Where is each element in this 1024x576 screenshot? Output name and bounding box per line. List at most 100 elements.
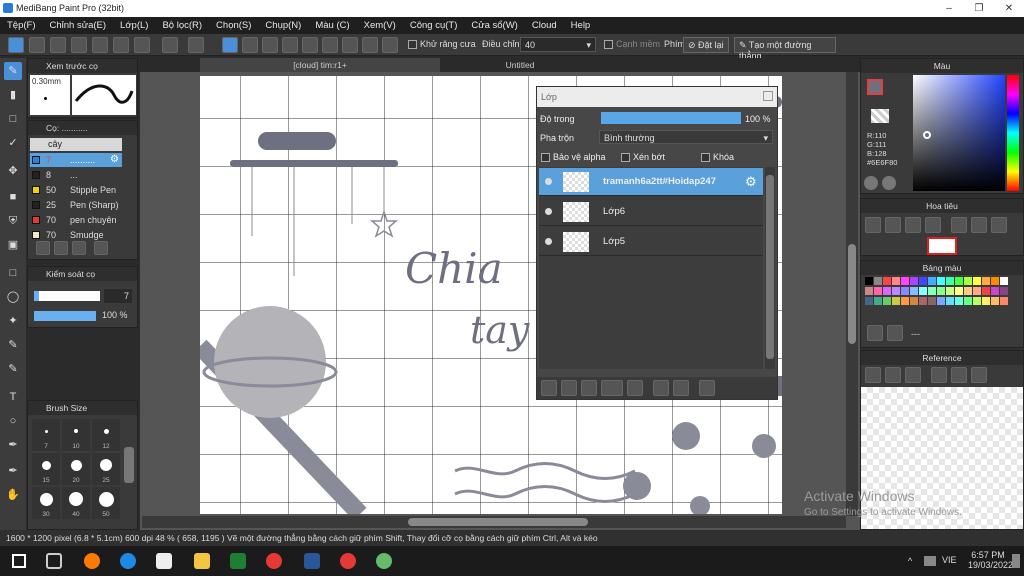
reset-button[interactable]: ⊘ Đặt lại: [683, 37, 729, 53]
lasso-tool-icon[interactable]: ◯: [4, 288, 22, 306]
brush-group[interactable]: cây: [30, 138, 122, 151]
notification-icon[interactable]: [1012, 554, 1020, 568]
close-icon[interactable]: [905, 367, 921, 383]
palette-swatch[interactable]: [865, 297, 873, 305]
palette-swatch[interactable]: [973, 277, 981, 285]
redo-icon[interactable]: [188, 37, 204, 53]
palette-swatch[interactable]: [973, 287, 981, 295]
palette-swatch[interactable]: [937, 297, 945, 305]
shape-tool-icon[interactable]: □: [4, 110, 22, 128]
hand-tool-icon[interactable]: ✋: [4, 486, 22, 504]
open-folder-icon[interactable]: [885, 367, 901, 383]
blend-select[interactable]: Bình thường ▾: [599, 130, 773, 144]
palette-swatch[interactable]: [892, 287, 900, 295]
palette-swatch[interactable]: [883, 297, 891, 305]
fullscreen-icon[interactable]: [971, 217, 987, 233]
menu-help[interactable]: Help: [564, 20, 598, 31]
menu-filter[interactable]: Bộ lọc(R): [155, 20, 209, 31]
antialias-checkbox[interactable]: [408, 40, 417, 50]
palette-swatch[interactable]: [1000, 287, 1008, 295]
palette-swatch[interactable]: [883, 287, 891, 295]
palette-swatch[interactable]: [937, 277, 945, 285]
palette-swatch[interactable]: [991, 287, 999, 295]
brush-size-cell[interactable]: 40: [62, 487, 90, 519]
palette-swatch[interactable]: [937, 287, 945, 295]
color-wheel-icon[interactable]: [864, 176, 878, 190]
navigator-thumbnail[interactable]: [927, 237, 957, 255]
grid-snap-icon[interactable]: [262, 37, 278, 53]
vertical-scrollbar[interactable]: [846, 72, 858, 516]
palette-swatch[interactable]: [964, 297, 972, 305]
menu-layer[interactable]: Lớp(L): [113, 20, 155, 31]
zoom-in-icon[interactable]: [865, 217, 881, 233]
cloud-download-icon[interactable]: [865, 367, 881, 383]
palette-swatch[interactable]: [901, 297, 909, 305]
close-button[interactable]: ✕: [994, 0, 1024, 17]
menu-tools[interactable]: Công cụ(T): [403, 20, 465, 31]
palette-swatch[interactable]: [955, 297, 963, 305]
brush-size-scrollbar[interactable]: [124, 447, 134, 483]
brush-item[interactable]: 25 Pen (Sharp): [30, 198, 122, 212]
palette-swatch[interactable]: [892, 277, 900, 285]
palette-swatch[interactable]: [946, 297, 954, 305]
panel-icon[interactable]: [113, 37, 129, 53]
palette-swatch[interactable]: [919, 277, 927, 285]
cloud-download-icon[interactable]: [36, 241, 50, 255]
palette-swatch[interactable]: [919, 297, 927, 305]
layer-opacity-slider[interactable]: [601, 112, 741, 124]
hue-slider[interactable]: [1007, 75, 1019, 191]
transparent-color[interactable]: [871, 109, 889, 123]
new-palette-icon[interactable]: [867, 325, 883, 341]
eyedropper-alt-icon[interactable]: ✒: [4, 462, 22, 480]
brush-size-cell[interactable]: 10: [62, 419, 90, 451]
zoom-in-icon[interactable]: [931, 367, 947, 383]
palette-swatch[interactable]: [982, 287, 990, 295]
tab-cloud[interactable]: [cloud] tim:r1+: [200, 58, 440, 72]
straight-line-button[interactable]: ✎ Tạo một đường thẳng: [734, 37, 836, 61]
perspective-snap-icon[interactable]: [282, 37, 298, 53]
merge-layer-icon[interactable]: [673, 380, 689, 396]
edge-icon[interactable]: [120, 553, 136, 569]
menu-color[interactable]: Màu (C): [308, 20, 356, 31]
new-halftone-layer-icon[interactable]: [561, 380, 577, 396]
store-icon[interactable]: [156, 553, 172, 569]
select-pen-icon[interactable]: ✎: [4, 336, 22, 354]
menu-select[interactable]: Chọn(S): [209, 20, 258, 31]
palette-swatch[interactable]: [901, 277, 909, 285]
brush-size-cell[interactable]: 25: [92, 453, 120, 485]
firefox-icon[interactable]: [84, 553, 100, 569]
network-icon[interactable]: [924, 556, 936, 566]
upload-icon[interactable]: [29, 37, 45, 53]
gear-icon[interactable]: ⚙: [110, 154, 119, 165]
fit-icon[interactable]: [951, 367, 967, 383]
select-eraser-icon[interactable]: ✎: [4, 360, 22, 378]
brush-size-value[interactable]: 7: [104, 289, 132, 303]
brush-size-cell[interactable]: 7: [32, 419, 60, 451]
bucket-tool-icon[interactable]: ⛨: [4, 212, 22, 230]
palette-swatch[interactable]: [1000, 297, 1008, 305]
zoom-out-icon[interactable]: [925, 217, 941, 233]
palette-swatch[interactable]: [955, 277, 963, 285]
brush-size-cell[interactable]: 15: [32, 453, 60, 485]
layer-row[interactable]: Lớp5: [539, 228, 763, 256]
rotate-right-icon[interactable]: [991, 217, 1007, 233]
brush-size-cell[interactable]: 50: [92, 487, 120, 519]
balloon-tool-icon[interactable]: ○: [4, 412, 22, 430]
rotate-left-icon[interactable]: [951, 217, 967, 233]
palette-swatch[interactable]: [910, 277, 918, 285]
fill-rect-tool-icon[interactable]: ■: [4, 188, 22, 206]
foreground-color[interactable]: [867, 79, 883, 95]
palette-swatch[interactable]: [883, 277, 891, 285]
palette-swatch[interactable]: [919, 287, 927, 295]
gear-icon[interactable]: [382, 37, 398, 53]
brush-size-cell[interactable]: 20: [62, 453, 90, 485]
trash-icon[interactable]: [887, 325, 903, 341]
word-icon[interactable]: [304, 553, 320, 569]
brush-item[interactable]: 70 pen chuyên: [30, 213, 122, 227]
add-layer-menu-icon[interactable]: [601, 380, 623, 396]
palette-swatch[interactable]: [955, 287, 963, 295]
menu-window[interactable]: Cửa sổ(W): [464, 20, 524, 31]
brush-item[interactable]: 70 Smudge: [30, 228, 122, 242]
eye-icon[interactable]: [545, 238, 552, 245]
brush-size-slider[interactable]: [34, 291, 100, 301]
